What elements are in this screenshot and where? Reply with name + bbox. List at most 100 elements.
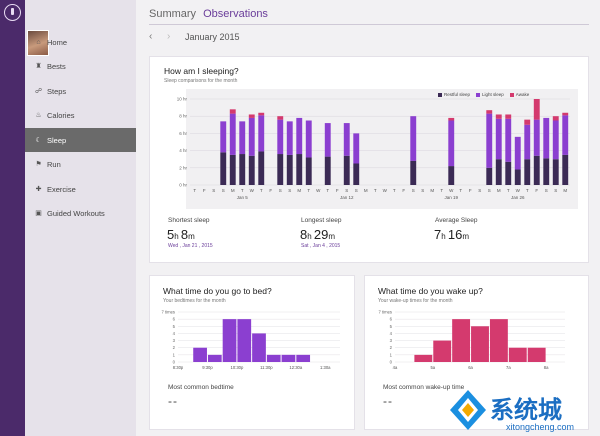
sleep-chart: 0 hr2 hr4 hr6 hr8 hr10 hrT F S S M T W T F S S M T W T… bbox=[177, 89, 578, 209]
y-tick-label: 3 bbox=[390, 338, 393, 343]
x-tick-label: 7a bbox=[506, 365, 511, 370]
histogram-bar bbox=[281, 354, 296, 362]
bar-segment-awake bbox=[562, 112, 569, 116]
x-tick-label: M bbox=[231, 188, 235, 193]
date-navigator: ‹ › January 2015 bbox=[149, 31, 240, 42]
y-tick-label: 0 bbox=[173, 360, 176, 365]
moon-icon: ☾ bbox=[35, 136, 42, 144]
y-tick-label: 6 hr bbox=[179, 131, 187, 136]
date-tick-label: Jan 19 bbox=[444, 195, 458, 200]
wake-card-title: What time do you wake up? bbox=[378, 286, 483, 296]
longest-value: 8h 29m bbox=[300, 227, 336, 242]
bar-segment-light-sleep bbox=[562, 115, 569, 155]
bar-segment-restful-sleep bbox=[220, 152, 227, 185]
bar-segment-light-sleep bbox=[239, 121, 246, 155]
x-tick-label: F bbox=[269, 188, 272, 193]
watermark-url: xitongcheng.com bbox=[506, 422, 575, 432]
histogram-bar bbox=[489, 319, 508, 362]
breadcrumb-observations[interactable]: Observations bbox=[203, 8, 268, 20]
bar-segment-restful-sleep bbox=[229, 154, 236, 185]
x-tick-label: S bbox=[345, 188, 348, 193]
main-content: Summary Observations ‹ › January 2015 Ho… bbox=[136, 0, 600, 436]
sidebar-item-run[interactable]: ⚑ Run bbox=[25, 153, 136, 177]
y-tick-label: 0 bbox=[390, 360, 393, 365]
bar-segment-light-sleep bbox=[286, 121, 293, 155]
x-tick-label: F bbox=[402, 188, 405, 193]
x-tick-label: T bbox=[326, 188, 329, 193]
longest-minutes: 29 bbox=[313, 227, 329, 242]
bedtime-common-value: -- bbox=[168, 394, 178, 408]
bar-segment-restful-sleep bbox=[286, 154, 293, 185]
sidebar-item-bests[interactable]: ♜ Bests bbox=[25, 55, 136, 79]
divider bbox=[149, 24, 589, 25]
x-tick-label: S bbox=[545, 188, 548, 193]
sidebar-item-steps[interactable]: ☍ Steps bbox=[25, 79, 136, 103]
chevron-right-icon[interactable]: › bbox=[167, 31, 185, 42]
histogram-bar bbox=[296, 354, 311, 362]
sidebar-item-guided-workouts[interactable]: ▣ Guided Workouts bbox=[25, 202, 136, 226]
sidebar-item-label: Exercise bbox=[47, 184, 76, 194]
bedtime-card-title: What time do you go to bed? bbox=[163, 286, 272, 296]
sidebar-item-label: Guided Workouts bbox=[47, 209, 105, 218]
sidebar-item-sleep[interactable]: ☾ Sleep bbox=[25, 128, 136, 152]
bar-segment-light-sleep bbox=[229, 113, 236, 155]
histogram-bar bbox=[266, 354, 281, 362]
bar-segment-awake bbox=[495, 114, 502, 119]
x-tick-label: S bbox=[355, 188, 358, 193]
y-tick-label: 2 bbox=[390, 345, 393, 350]
histogram-bar bbox=[237, 319, 252, 362]
average-value: 7h 16m bbox=[434, 227, 470, 242]
x-tick-label: 8a bbox=[544, 365, 549, 370]
x-tick-label: M bbox=[430, 188, 434, 193]
bar-segment-light-sleep bbox=[533, 119, 540, 156]
bar-segment-restful-sleep bbox=[258, 151, 265, 185]
x-tick-label: F bbox=[535, 188, 538, 193]
legend-awake: Awake bbox=[515, 92, 530, 97]
bar-segment-light-sleep bbox=[220, 121, 227, 153]
bar-segment-light-sleep bbox=[448, 120, 455, 167]
bar-segment-restful-sleep bbox=[533, 155, 540, 185]
x-tick-label: 5a bbox=[430, 365, 435, 370]
bar-segment-light-sleep bbox=[277, 119, 284, 155]
app-rail bbox=[0, 0, 25, 436]
histogram-bar bbox=[193, 347, 207, 362]
y-tick-label: 4 bbox=[390, 331, 393, 336]
power-icon[interactable] bbox=[4, 4, 21, 21]
sidebar-item-home[interactable]: ⌂ Home bbox=[25, 30, 136, 54]
sidebar-item-label: Home bbox=[47, 37, 68, 47]
histogram-bar bbox=[508, 347, 527, 362]
y-tick-label: 8 hr bbox=[179, 114, 187, 119]
y-tick-label: 1 bbox=[390, 352, 393, 357]
x-tick-label: S bbox=[288, 188, 291, 193]
histogram-bar bbox=[471, 326, 489, 362]
histogram-bar bbox=[222, 319, 237, 362]
y-tick-label: 4 bbox=[173, 331, 176, 336]
bar-segment-restful-sleep bbox=[410, 160, 417, 185]
breadcrumb-summary[interactable]: Summary bbox=[149, 8, 196, 20]
histogram-bar bbox=[207, 354, 222, 362]
sidebar-item-exercise[interactable]: ✚ Exercise bbox=[25, 177, 136, 201]
y-tick-label: 6 bbox=[173, 317, 176, 322]
bar-segment-light-sleep bbox=[343, 123, 350, 156]
x-tick-label: S bbox=[279, 188, 282, 193]
chevron-left-icon[interactable]: ‹ bbox=[149, 31, 167, 42]
x-tick-label: S bbox=[478, 188, 481, 193]
x-tick-label: S bbox=[212, 188, 215, 193]
sleep-card: How am I sleeping? Sleep comparisons for… bbox=[149, 56, 589, 263]
x-tick-label: 8:30p bbox=[173, 365, 184, 370]
sidebar: ⌂ Home ♜ Bests ☍ Steps ♨ Calories ☾ Sleep ⚑ Run ✚ Exe… bbox=[25, 0, 136, 436]
sidebar-item-calories[interactable]: ♨ Calories bbox=[25, 104, 136, 128]
sleep-card-title: How am I sleeping? bbox=[164, 66, 239, 76]
exercise-icon: ✚ bbox=[35, 185, 42, 193]
bar-segment-light-sleep bbox=[258, 115, 265, 152]
legend-light: Light sleep bbox=[482, 92, 504, 97]
x-tick-label: T bbox=[241, 188, 244, 193]
bar-segment-light-sleep bbox=[524, 124, 531, 160]
bar-segment-restful-sleep bbox=[543, 158, 550, 185]
bar-segment-awake bbox=[533, 99, 540, 120]
shortest-date: Wed , Jan 21 , 2015 bbox=[168, 243, 213, 249]
bar-segment-light-sleep bbox=[495, 118, 502, 160]
sleep-legend: Restful sleep Light sleep Awake bbox=[432, 92, 529, 97]
wake-card-subtitle: Your wake-up times for the month bbox=[378, 298, 453, 304]
sleep-card-subtitle: Sleep comparisons for the month bbox=[164, 78, 238, 84]
